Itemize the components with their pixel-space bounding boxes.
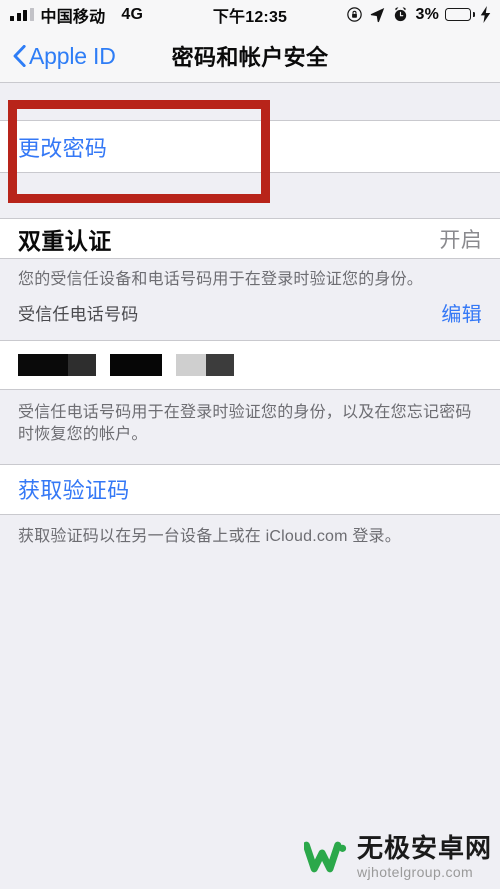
iphone-screen: 中国移动 4G 下午12:35 3% Apple ID 密码和帐户安全 更改密码… [0, 0, 500, 889]
redacted-segment [68, 353, 96, 376]
navigation-bar: Apple ID 密码和帐户安全 [0, 29, 500, 83]
redacted-segment [206, 353, 234, 376]
signal-bars-icon [10, 7, 34, 21]
alarm-clock-icon [395, 7, 407, 22]
two-factor-title: 双重认证 [18, 227, 112, 254]
rotation-lock-icon [347, 7, 363, 22]
back-button-label: Apple ID [29, 42, 116, 69]
two-factor-row: 双重认证 开启 [0, 218, 500, 259]
trusted-phone-header: 受信任电话号码 编辑 [0, 292, 500, 327]
location-arrow-icon [371, 7, 385, 23]
spacer-top [0, 83, 500, 120]
trusted-phone-label: 受信任电话号码 [18, 304, 139, 324]
trusted-phone-row[interactable] [0, 339, 500, 390]
watermark-url: wjhotelgroup.com [356, 864, 474, 880]
watermark-brand: 无极安卓网 [356, 833, 492, 863]
get-verification-code-row[interactable]: 获取验证码 [0, 464, 500, 515]
battery-icon [445, 8, 476, 21]
status-bar-right: 3% [346, 6, 492, 24]
status-bar-left: 中国移动 4G [10, 3, 143, 27]
redacted-segment [18, 353, 68, 376]
redacted-block [110, 353, 162, 376]
redacted-phone-numbers [18, 353, 234, 376]
trusted-phone-footnote: 受信任电话号码用于在登录时验证您的身份，以及在您忘记密码时恢复您的帐户。 [18, 403, 472, 444]
redacted-block [176, 353, 234, 376]
verification-code-footnote: 获取验证码以在另一台设备上或在 iCloud.com 登录。 [18, 528, 401, 546]
watermark-logo-icon [303, 841, 347, 873]
two-factor-status: 开启 [439, 228, 482, 252]
change-password-label: 更改密码 [18, 135, 108, 161]
carrier-name: 中国移动 [40, 8, 106, 26]
two-factor-description: 您的受信任设备和电话号码用于在登录时验证您的身份。 [18, 271, 424, 288]
status-bar-clock: 下午12:35 [212, 8, 288, 26]
charging-bolt-icon [480, 6, 491, 23]
redacted-segment [176, 353, 206, 376]
network-type: 4G [121, 5, 144, 23]
settings-content: 更改密码 双重认证 开启 您的受信任设备和电话号码用于在登录时验证您的身份。 受… [0, 83, 500, 889]
chevron-left-icon [13, 45, 26, 67]
status-bar: 中国移动 4G 下午12:35 3% [0, 0, 500, 29]
back-button[interactable]: Apple ID [13, 43, 116, 70]
edit-trusted-phone-button[interactable]: 编辑 [441, 298, 482, 327]
watermark-text: 无极安卓网 wjhotelgroup.com [357, 835, 492, 879]
battery-percentage: 3% [415, 5, 439, 23]
redacted-block [18, 353, 96, 376]
watermark: 无极安卓网 wjhotelgroup.com [303, 835, 492, 879]
get-verification-code-label: 获取验证码 [18, 478, 130, 504]
change-password-row[interactable]: 更改密码 [0, 120, 500, 173]
redacted-segment [110, 353, 162, 376]
